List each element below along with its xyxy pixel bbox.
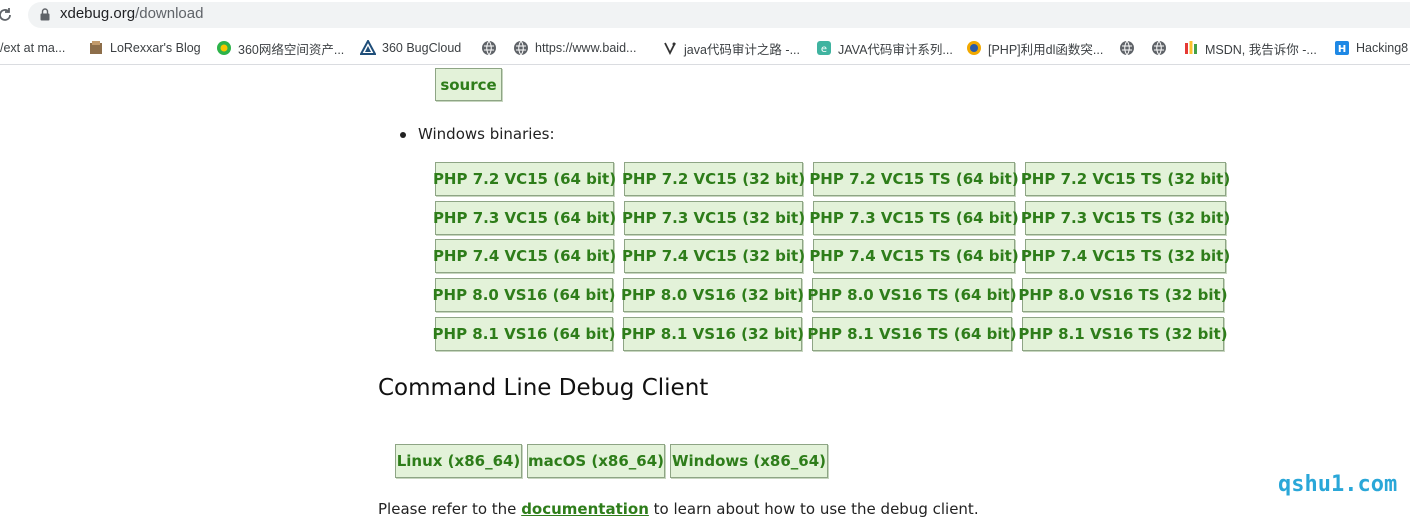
refer-prefix: Please refer to the (378, 500, 517, 518)
download-button[interactable]: PHP 7.2 VC15 (32 bit) (622, 162, 805, 196)
php-icon (967, 41, 981, 55)
blog-icon (90, 41, 102, 54)
svg-text:e: e (821, 44, 827, 55)
download-button[interactable]: PHP 7.4 VC15 TS (32 bit) (1021, 239, 1230, 273)
java-icon (664, 42, 676, 56)
download-button[interactable]: PHP 8.1 VS16 (32 bit) (621, 317, 804, 351)
bugcloud-icon (360, 40, 376, 55)
bookmark-label: 360 BugCloud (382, 41, 462, 55)
download-button[interactable]: PHP 8.0 VS16 TS (64 bit) (807, 278, 1017, 312)
globe-icon (1152, 40, 1166, 56)
watermark-text: qshu1.com (1278, 472, 1398, 497)
bookmark-item[interactable] (1151, 39, 1167, 57)
bookmark-label: LoRexxar's Blog (110, 41, 201, 55)
bookmark-label: MSDN, 我告诉你 -... (1205, 42, 1317, 57)
download-button[interactable]: PHP 8.0 VS16 TS (32 bit) (1018, 278, 1228, 312)
bookmark-item[interactable]: H Hacking8 (1334, 39, 1408, 57)
download-button[interactable]: PHP 8.0 VS16 (64 bit) (433, 278, 615, 312)
windows-binaries-label: Windows binaries: (418, 125, 555, 143)
address-bar[interactable] (28, 2, 1410, 28)
source-download-button[interactable]: source (435, 68, 502, 101)
list-bullet (400, 132, 406, 138)
bookmark-item[interactable]: [PHP]利用dl函数突... (966, 39, 1103, 57)
bookmark-label: https://www.baid... (535, 41, 637, 55)
linux-download-button[interactable]: Linux (x86_64) (395, 444, 522, 478)
globe-icon (514, 40, 528, 56)
360-icon (217, 41, 231, 55)
documentation-link[interactable]: documentation (521, 500, 649, 518)
bookmark-item[interactable]: https://www.baid... (513, 39, 636, 57)
h-icon: H (1335, 41, 1349, 55)
reload-icon[interactable] (0, 6, 14, 24)
download-button[interactable]: PHP 7.4 VC15 TS (64 bit) (809, 239, 1019, 273)
msdn-icon (1185, 41, 1197, 54)
bookmark-item[interactable]: MSDN, 我告诉你 -... (1183, 39, 1317, 57)
bookmark-label: java代码审计之路 -... (684, 42, 800, 57)
refer-text: Please refer to the documentation to lea… (378, 500, 979, 518)
download-button[interactable]: PHP 7.3 VC15 (32 bit) (622, 201, 805, 235)
download-button[interactable]: PHP 7.2 VC15 TS (32 bit) (1021, 162, 1230, 196)
e-icon: e (817, 41, 831, 55)
globe-icon (1120, 40, 1134, 56)
download-button[interactable]: PHP 8.1 VS16 TS (32 bit) (1018, 317, 1228, 351)
download-button[interactable]: PHP 8.1 VS16 TS (64 bit) (807, 317, 1017, 351)
bookmark-item[interactable]: java代码审计之路 -... (662, 39, 800, 57)
bookmark-label: Hacking8 (1356, 41, 1409, 55)
bookmarks-bar: /ext at ma... LoRexxar's Blog 360网络空间资产.… (0, 32, 1410, 65)
macos-download-button[interactable]: macOS (x86_64) (527, 444, 665, 478)
bookmark-item[interactable]: LoRexxar's Blog (88, 39, 201, 57)
download-button[interactable]: PHP 7.2 VC15 TS (64 bit) (809, 162, 1019, 196)
download-button[interactable]: PHP 8.1 VS16 (64 bit) (433, 317, 615, 351)
download-button[interactable]: PHP 7.3 VC15 (64 bit) (433, 201, 616, 235)
bookmark-label: /ext at ma... (0, 41, 66, 55)
windows-download-button[interactable]: Windows (x86_64) (670, 444, 828, 478)
download-button[interactable]: PHP 7.2 VC15 (64 bit) (433, 162, 616, 196)
globe-icon (482, 40, 496, 56)
download-button[interactable]: PHP 8.0 VS16 (32 bit) (621, 278, 804, 312)
bookmark-item[interactable] (481, 39, 497, 57)
url-path: /download (135, 5, 204, 22)
svg-text:H: H (1338, 44, 1346, 55)
bookmark-item[interactable]: 360网络空间资产... (216, 39, 344, 57)
url-text[interactable]: xdebug.org/download (60, 5, 203, 22)
address-bar-row: xdebug.org/download (0, 0, 1410, 30)
bookmark-label: [PHP]利用dl函数突... (988, 42, 1104, 57)
bookmark-label: 360网络空间资产... (238, 42, 345, 57)
bookmark-item[interactable]: e JAVA代码审计系列... (816, 39, 953, 57)
download-button[interactable]: PHP 7.4 VC15 (64 bit) (433, 239, 616, 273)
download-button[interactable]: PHP 7.4 VC15 (32 bit) (622, 239, 805, 273)
bookmark-label: JAVA代码审计系列... (838, 42, 953, 57)
cli-heading: Command Line Debug Client (378, 375, 709, 401)
url-host: xdebug.org (60, 5, 136, 22)
lock-icon[interactable] (40, 8, 50, 21)
refer-suffix: to learn about how to use the debug clie… (653, 500, 979, 518)
download-button[interactable]: PHP 7.3 VC15 TS (64 bit) (809, 201, 1019, 235)
download-button[interactable]: PHP 7.3 VC15 TS (32 bit) (1021, 201, 1230, 235)
bookmark-item[interactable]: 360 BugCloud (360, 39, 461, 57)
bookmark-item[interactable] (1119, 39, 1135, 57)
bookmark-item[interactable]: /ext at ma... (0, 39, 65, 57)
